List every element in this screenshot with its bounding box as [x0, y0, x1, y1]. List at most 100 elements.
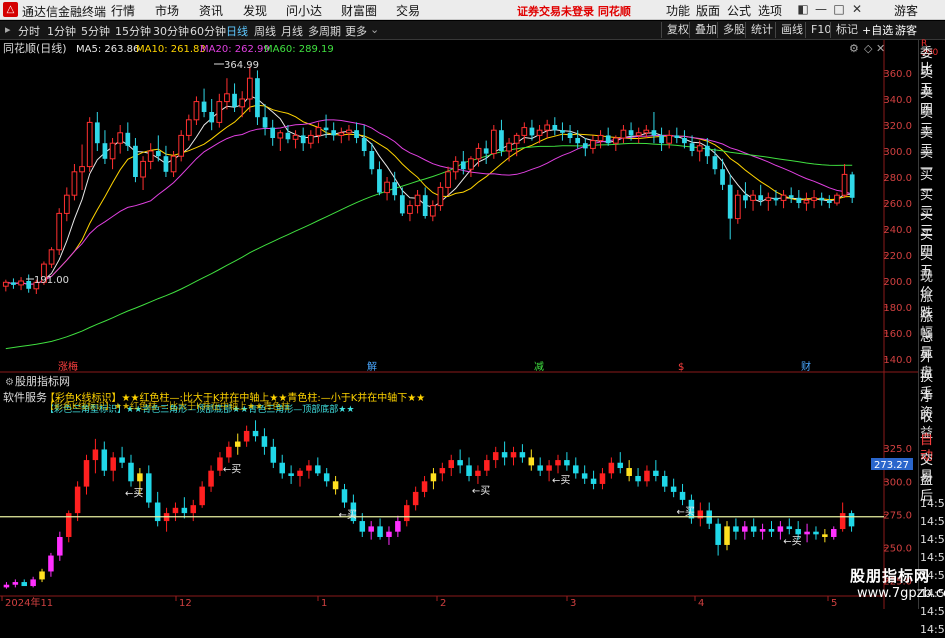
tab-rixian[interactable]: 日线 — [226, 23, 248, 39]
tab-zhouxian[interactable]: 周线 — [254, 23, 276, 39]
tab-yuexian[interactable]: 月线 — [281, 23, 303, 39]
event-marker-jie[interactable]: 解 — [367, 360, 377, 373]
main-candle-body — [307, 134, 314, 144]
menu-item-banmian[interactable]: 版面 — [696, 2, 720, 19]
main-candle-body — [354, 130, 359, 138]
x-tick-label: 2 — [440, 598, 446, 609]
settings-gear-icon[interactable]: ⚙ — [849, 42, 859, 55]
event-marker-dollar[interactable]: $ — [678, 362, 684, 373]
main-candle-body — [743, 195, 748, 201]
tab-60min[interactable]: 60分钟 — [190, 23, 226, 39]
indicator-candles — [0, 420, 884, 589]
main-candle-body — [86, 121, 93, 168]
main-candle-body — [834, 194, 840, 204]
ind-candle-body — [288, 473, 294, 476]
tab-5min[interactable]: 5分钟 — [81, 23, 110, 39]
ind-candle-body — [537, 465, 543, 471]
pane-close-icon[interactable]: ✕ — [876, 42, 885, 55]
event-marker-zhangmei[interactable]: 涨梅 — [58, 360, 78, 373]
ind-candle-body — [475, 470, 481, 476]
menu-item-faxian[interactable]: 发现 — [243, 2, 267, 19]
maximize-icon[interactable]: □ — [830, 1, 848, 18]
diejia-button[interactable]: 叠加 — [689, 22, 717, 38]
ind-candle-body — [608, 462, 615, 474]
main-candle-body — [323, 127, 329, 131]
menu-item-gongshi[interactable]: 公式 — [727, 2, 751, 19]
ind-candle-body — [270, 446, 277, 463]
main-tick-label: 180.0 — [883, 303, 912, 314]
ind-candle-body — [430, 473, 437, 482]
menu-item-xuanxiang[interactable]: 选项 — [758, 2, 782, 19]
tab-30min[interactable]: 30分钟 — [153, 23, 189, 39]
ind-candle-body — [804, 531, 810, 535]
tab-1min[interactable]: 1分钟 — [47, 23, 76, 39]
ind-candle-body — [154, 502, 161, 522]
main-tick-label: 360.0 — [883, 69, 912, 80]
rp-time-1: 14:56 — [920, 497, 945, 510]
main-candle-body — [620, 129, 627, 139]
pane-collapse-icon[interactable]: ◇ — [864, 42, 873, 55]
menu-item-zixun[interactable]: 资讯 — [199, 2, 223, 19]
tab-fenshi[interactable]: 分时 — [18, 23, 40, 39]
tab-gengduo[interactable]: 更多 — [345, 23, 367, 39]
menu-item-caifuquan[interactable]: 财富圈 — [341, 2, 377, 19]
tab-15min[interactable]: 15分钟 — [115, 23, 151, 39]
ma20-label: MA20: 262.99 — [200, 44, 270, 55]
duogu-button[interactable]: 多股 — [717, 22, 745, 38]
rp-time-7: 14:56 — [920, 605, 945, 618]
f10-button[interactable]: F10 — [805, 22, 831, 38]
ind-candle-body — [30, 579, 36, 587]
menu-item-jiaoyi[interactable]: 交易 — [396, 2, 420, 19]
app-logo-icon: △ — [3, 2, 18, 17]
ind-tick-label: 325.0 — [883, 444, 912, 455]
x-tick-label: 3 — [570, 598, 576, 609]
ind-candle-body — [101, 449, 108, 471]
x-tick-label: 2024年11 — [5, 596, 53, 609]
ind-candle-body — [795, 529, 801, 535]
minimize-icon[interactable]: — — [812, 1, 830, 18]
main-candle-body — [590, 140, 596, 149]
main-candle-body — [155, 151, 161, 157]
fuquan-button[interactable]: 复权 — [661, 22, 689, 38]
indicator-options-icon[interactable]: ⚙ — [5, 377, 14, 388]
chart-area[interactable]: 140.0 160.0 180.0 200.0 220.0 240.0 260.0 280.0… — [0, 40, 918, 609]
ind-candle-body — [48, 555, 54, 572]
main-candle-body — [178, 134, 185, 157]
pane-controls[interactable]: ⚙ ◇ ✕ — [849, 42, 885, 55]
main-tick-label: 340.0 — [883, 95, 912, 106]
ind-candle-body — [448, 460, 454, 469]
main-candle-body — [506, 142, 512, 152]
indicator-title[interactable]: 股朋指标网 — [15, 374, 70, 388]
ind-candle-body — [768, 529, 775, 532]
biaoji-button[interactable]: 标记 — [830, 22, 858, 38]
menu-item-wenxiaoda[interactable]: 问小达 — [286, 2, 322, 19]
toolbar-left-icon[interactable]: ▸ — [5, 23, 11, 36]
main-candle-body — [300, 135, 306, 144]
close-icon[interactable]: ✕ — [848, 1, 866, 18]
ind-candle-body — [279, 462, 285, 474]
main-candle-body — [48, 249, 55, 265]
low-price-label: 191.00 — [34, 275, 69, 286]
theme-toggle-icon[interactable]: ◧ — [794, 1, 812, 18]
ind-candle-body — [822, 534, 828, 537]
trade-login-notice[interactable]: 证券交易未登录 同花顺 — [517, 3, 631, 19]
huaxian-button[interactable]: 画线 — [775, 22, 803, 38]
event-marker-jian[interactable]: 减 — [534, 361, 544, 373]
ind-candle-body — [510, 452, 517, 458]
guest-login-link[interactable]: 游客 — [894, 2, 918, 19]
toolbar-guest[interactable]: 游客 — [895, 22, 917, 38]
more-chevron-icon[interactable]: ⌄ — [370, 23, 379, 36]
ind-candle-body — [555, 460, 561, 466]
ind-candle-body — [724, 526, 730, 545]
tab-duozhouqi[interactable]: 多周期 — [308, 23, 341, 39]
main-candle-body — [819, 197, 825, 201]
tongji-button[interactable]: 统计 — [745, 22, 773, 38]
menu-item-hangqing[interactable]: 行情 — [111, 2, 135, 19]
main-candle-body — [758, 195, 764, 201]
menu-item-gongneng[interactable]: 功能 — [666, 2, 690, 19]
main-candle-body — [773, 197, 779, 201]
menu-item-shichang[interactable]: 市场 — [155, 2, 179, 19]
add-watchlist-button[interactable]: +自选 — [862, 22, 893, 38]
ind-candle-body — [297, 470, 303, 476]
event-marker-cai[interactable]: 财 — [801, 360, 811, 373]
